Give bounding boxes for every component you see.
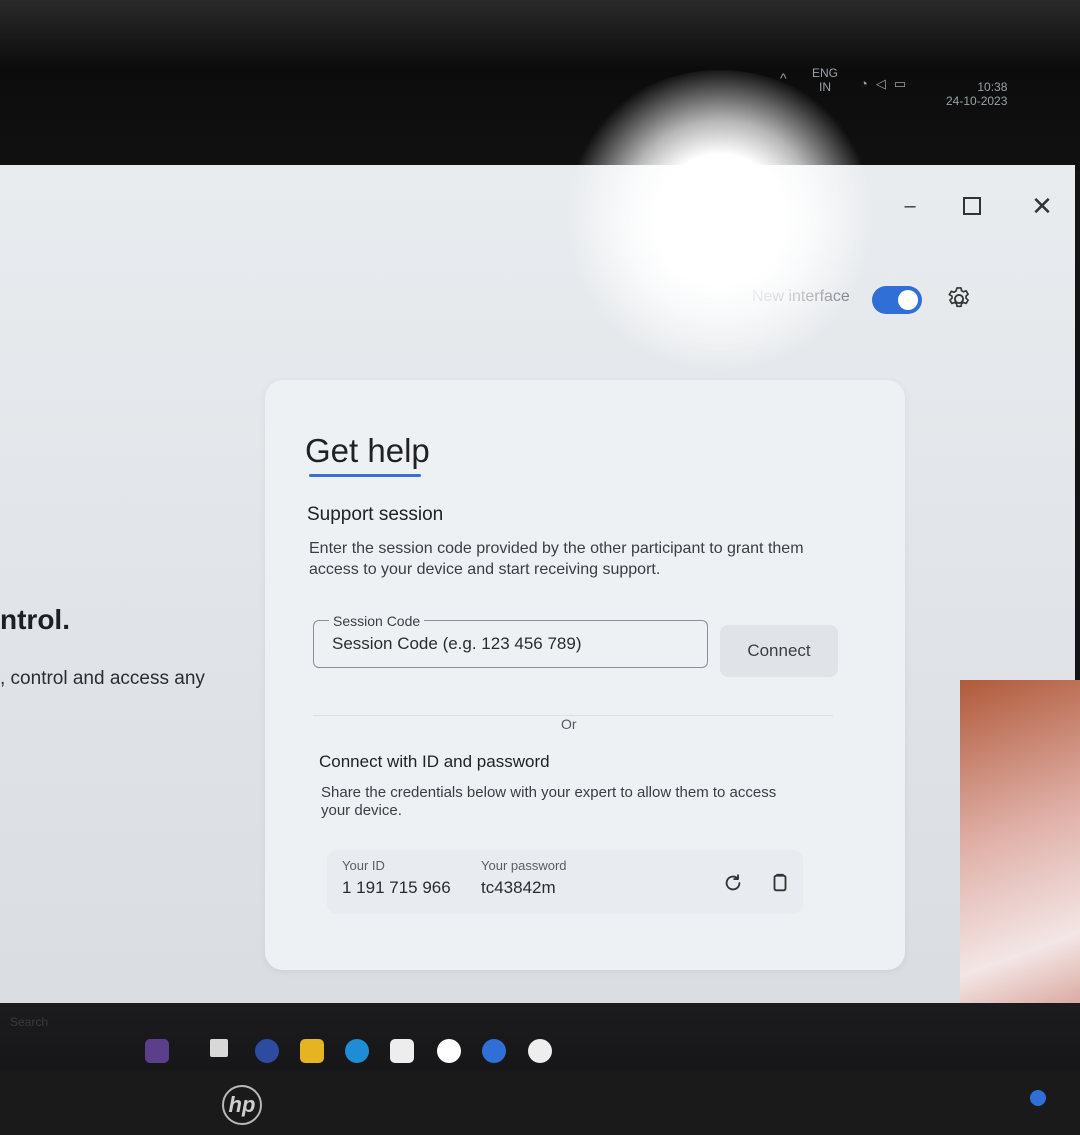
hp-logo: hp <box>222 1085 262 1125</box>
card-title: Get help <box>305 432 430 469</box>
your-id-label: Your ID <box>342 858 385 873</box>
teamviewer-icon[interactable] <box>528 1039 552 1063</box>
new-interface-label: New interface <box>752 288 850 305</box>
monitor-bezel-top <box>0 0 1080 170</box>
refresh-icon[interactable] <box>722 872 744 894</box>
edge-icon[interactable] <box>345 1039 369 1063</box>
taskbar-clock[interactable]: 10:38 24-10-2023 <box>946 80 1007 108</box>
new-interface-toggle[interactable] <box>872 286 922 314</box>
maximize-icon <box>963 197 981 215</box>
support-session-title: Support session <box>307 504 444 525</box>
background-subtext: , control and access any <box>0 668 205 689</box>
help-icon[interactable] <box>482 1039 506 1063</box>
get-help-card: Get help Support session Enter the sessi… <box>265 380 905 970</box>
window-controls: – ✕ <box>890 188 1070 228</box>
or-label: Or <box>561 716 577 732</box>
close-icon: ✕ <box>1031 190 1053 221</box>
minimize-button[interactable]: – <box>890 188 930 224</box>
file-explorer-icon[interactable] <box>300 1039 324 1063</box>
title-underline <box>309 474 421 477</box>
widgets-icon[interactable] <box>210 1039 228 1057</box>
region-label: IN <box>819 80 831 94</box>
monitor-bezel-bottom <box>0 1070 1080 1135</box>
credentials-panel: Your ID 1 191 715 966 Your password tc43… <box>327 850 803 914</box>
tray-chevron-icon[interactable]: ^ <box>780 70 787 86</box>
connect-button[interactable]: Connect <box>720 625 838 677</box>
toggle-knob <box>898 290 918 310</box>
clock-date: 24-10-2023 <box>946 94 1008 108</box>
language-label: ENG <box>812 66 839 80</box>
system-tray-icons[interactable]: ◔◁▭ <box>860 76 914 92</box>
gear-icon[interactable] <box>945 285 973 313</box>
id-password-title: Connect with ID and password <box>319 752 550 771</box>
store-icon[interactable] <box>390 1039 414 1063</box>
app-icon[interactable] <box>437 1039 461 1063</box>
your-password-label: Your password <box>481 858 567 873</box>
notification-badge[interactable] <box>1030 1090 1046 1106</box>
session-code-label: Session Code <box>329 613 425 629</box>
taskbar-search[interactable]: Search <box>10 1015 48 1029</box>
id-password-description: Share the credentials below with your ex… <box>321 784 777 819</box>
meet-icon[interactable] <box>255 1039 279 1063</box>
clock-time: 10:38 <box>977 80 1008 94</box>
maximize-button[interactable] <box>952 188 992 224</box>
support-session-description: Enter the session code provided by the o… <box>309 540 804 578</box>
your-id-value: 1 191 715 966 <box>342 878 451 897</box>
language-indicator[interactable]: ENG IN <box>812 66 838 94</box>
close-button[interactable]: ✕ <box>1022 188 1062 224</box>
copy-icon[interactable] <box>769 872 791 894</box>
teams-icon[interactable] <box>145 1039 169 1063</box>
background-heading: ntrol. <box>0 604 70 635</box>
your-password-value: tc43842m <box>481 878 556 897</box>
